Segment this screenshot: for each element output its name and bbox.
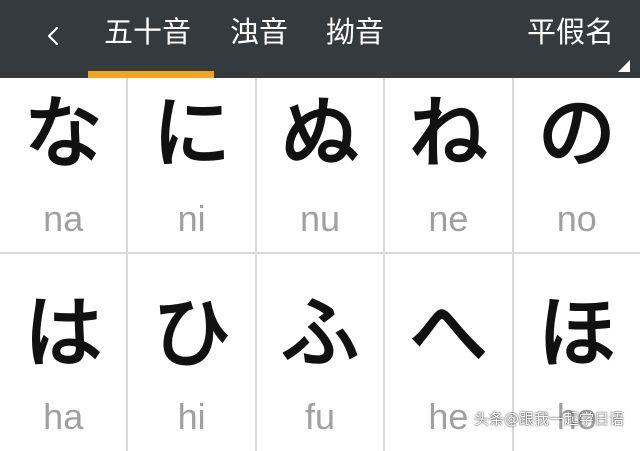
romaji-label: fu (304, 396, 335, 437)
romaji-label: ni (177, 198, 206, 239)
kana-cell-ni[interactable]: に ni (128, 78, 255, 252)
kana-character: に (152, 89, 231, 179)
kana-cell-ha[interactable]: は ha (0, 254, 127, 451)
kana-character: な (24, 89, 103, 179)
kana-character: へ (409, 289, 488, 379)
kana-cell-hi[interactable]: ひ hi (128, 254, 255, 451)
romaji-label: na (43, 198, 84, 239)
dropdown-corner-icon (618, 60, 630, 72)
tab-dakuon[interactable]: 浊音 (230, 12, 288, 52)
back-button[interactable] (38, 18, 68, 54)
kana-character: ぬ (280, 89, 359, 179)
kana-cell-na[interactable]: な na (0, 78, 127, 252)
header-bar: 五十音 浊音 拗音 平假名 (0, 0, 640, 78)
kana-character: の (537, 89, 616, 179)
kana-cell-nu[interactable]: ぬ nu (256, 78, 384, 252)
kana-cell-no[interactable]: の no (513, 78, 640, 252)
active-tab-indicator (88, 71, 214, 78)
kana-grid: な na に ni ぬ nu ね ne の no は ha ひ hi ふ fu (0, 78, 640, 451)
kana-cell-fu[interactable]: ふ fu (256, 254, 384, 451)
romaji-label: hi (177, 396, 206, 437)
kana-cell-ne[interactable]: ね ne (385, 78, 512, 252)
app: 五十音 浊音 拗音 平假名 な na に ni ぬ nu ね ne の no は… (0, 0, 640, 451)
romaji-label: ne (428, 198, 469, 239)
kana-character: ひ (152, 289, 231, 379)
kana-character: ふ (280, 289, 359, 379)
kana-character: は (24, 289, 103, 379)
romaji-label: ha (43, 396, 84, 437)
watermark-text: 头条@跟我一起学日语 (473, 410, 624, 428)
tab-gojuon[interactable]: 五十音 (104, 12, 191, 52)
kana-character: ほ (537, 289, 616, 379)
tab-youon[interactable]: 拗音 (326, 12, 384, 52)
kana-character: ね (409, 89, 488, 179)
chevron-left-icon (47, 26, 59, 46)
romaji-label: no (556, 198, 597, 239)
romaji-label: nu (299, 198, 341, 239)
kana-type-selector[interactable]: 平假名 (527, 12, 614, 52)
